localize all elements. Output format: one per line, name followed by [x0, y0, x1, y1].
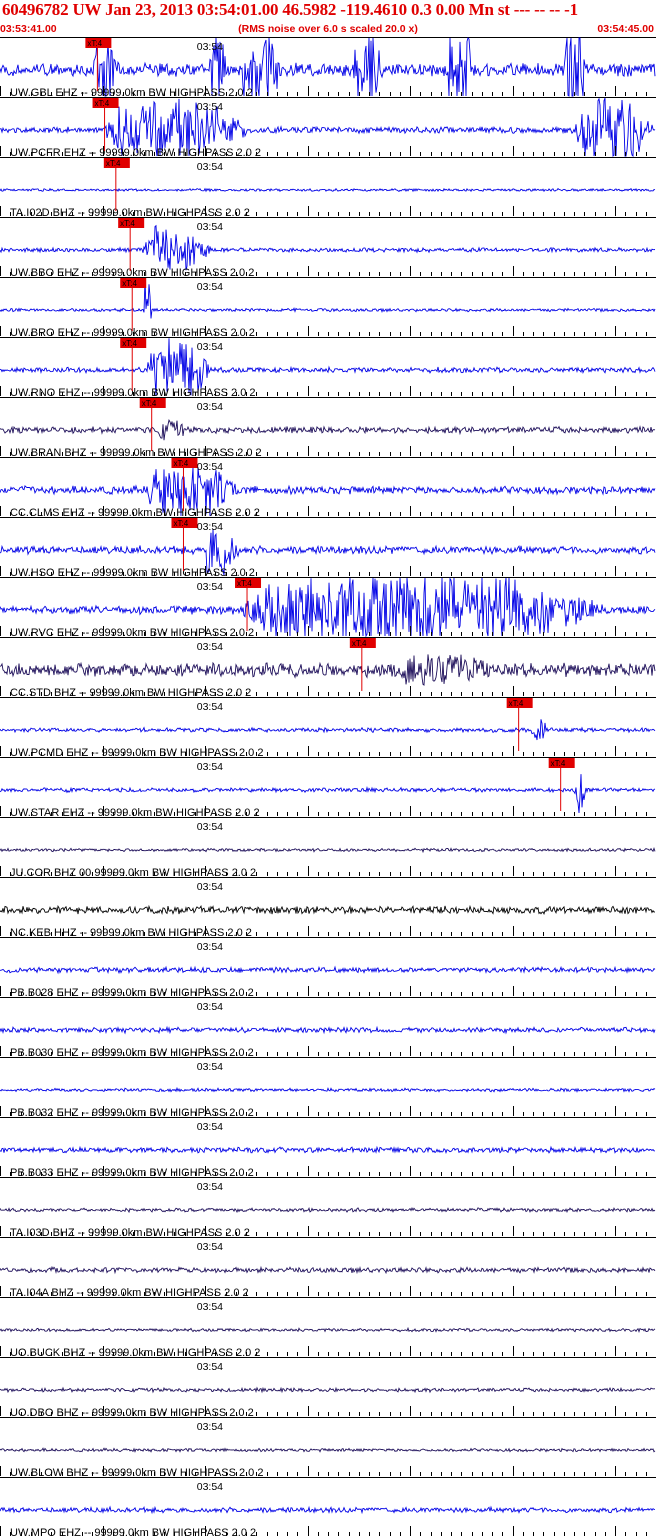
pick-label: xT:4	[237, 579, 252, 588]
trace-row: 03:54UW.RNO EHZ -- 99999.0km BW HIGHPASS…	[0, 337, 656, 399]
trace-row: 03:54UW.HSO EHZ -- 99999.0km BW HIGHPASS…	[0, 517, 656, 579]
pick-label: xT:4	[122, 339, 137, 348]
pick-label: xT:4	[551, 759, 566, 768]
waveform-line	[0, 1505, 656, 1515]
trace-row: 03:54CC.STD BHZ -- 99999.0km BW HIGHPASS…	[0, 637, 656, 699]
pick-label: xT:4	[142, 399, 157, 408]
pick-label: xT:4	[173, 519, 188, 528]
minute-mark-label: 03:54	[197, 1241, 223, 1253]
trace-row: 03:54UW.BBO EHZ -- 99999.0km BW HIGHPASS…	[0, 217, 656, 279]
minute-mark-label: 03:54	[197, 701, 223, 713]
trace-row: 03:54UW.RVC EHZ -- 99999.0km BW HIGHPASS…	[0, 577, 656, 639]
minute-mark-label: 03:54	[197, 1361, 223, 1373]
trace-row: 03:54 UW.MPO EHZ -- 99999.0km BW HIGHPASS…	[0, 1477, 656, 1538]
minute-mark-label: 03:54	[197, 581, 223, 593]
pick-label: xT:4	[95, 99, 110, 108]
trace-row: 03:54PB.B033 EHZ -- 99999.0km BW HIGHPAS…	[0, 1117, 656, 1179]
waveform-line	[0, 279, 656, 319]
waveform-line	[0, 1326, 656, 1334]
minute-mark-label: 03:54	[197, 281, 223, 293]
minute-mark-label: 03:54	[197, 761, 223, 773]
waveform-line	[0, 1025, 656, 1035]
waveform-line	[0, 1386, 655, 1394]
waveform-line	[0, 1086, 656, 1093]
trace-row: 03:54TA.I04A BHZ -- 99999.0km BW HIGHPAS…	[0, 1237, 656, 1299]
time-range-bar: 03:53:41.00 (RMS noise over 6.0 s scaled…	[0, 21, 656, 37]
waveform-line	[0, 1447, 656, 1453]
end-time-label: 03:54:45.00	[597, 23, 654, 35]
minute-mark-label: 03:54	[197, 461, 223, 473]
minute-mark-label: 03:54	[197, 941, 223, 953]
trace-row: 03:54UW.BRO EHZ -- 99999.0km BW HIGHPASS…	[0, 277, 656, 339]
waveform-line	[0, 846, 656, 854]
waveform-line	[0, 224, 656, 271]
minute-mark-label: 03:54	[197, 41, 223, 53]
trace-row: 03:54UO.DBO BHZ -- 99999.0km BW HIGHPASS…	[0, 1357, 656, 1419]
minute-mark-label: 03:54	[197, 1061, 223, 1073]
minute-mark-label: 03:54	[197, 881, 223, 893]
trace-row: 03:54JU.COR BHZ 00 99999.0km BW HIGHPASS…	[0, 817, 656, 879]
minute-mark-label: 03:54	[197, 341, 223, 353]
trace-row: 03:54UW.BLOW BHZ -- 99999.0km BW HIGHPAS…	[0, 1417, 656, 1479]
trace-row: 03:54PB.B030 EHZ -- 99999.0km BW HIGHPAS…	[0, 997, 656, 1059]
minute-mark-label: 03:54	[197, 221, 223, 233]
trace-row: 03:54UW.STAR EHZ -- 99999.0km BW HIGHPAS…	[0, 757, 656, 819]
minute-mark-label: 03:54	[197, 101, 223, 113]
pick-label: xT:4	[352, 639, 367, 648]
trace-row: 03:54UW.BRAN BHZ -- 99999.0km BW HIGHPAS…	[0, 397, 656, 459]
pick-label: xT:4	[87, 39, 102, 48]
waveform-line	[0, 1265, 656, 1275]
minute-mark-label: 03:54	[197, 401, 223, 413]
waveform-line	[0, 187, 656, 193]
waveform-line	[0, 1207, 656, 1214]
event-title: 60496782 UW Jan 23, 2013 03:54:01.00 46.…	[2, 0, 578, 19]
minute-mark-label: 03:54	[197, 1181, 223, 1193]
pick-label: xT:4	[122, 279, 137, 288]
station-label: UW.MPO EHZ -- 99999.0km BW HIGHPASS 2.0 …	[10, 1527, 256, 1538]
minute-mark-label: 03:54	[197, 821, 223, 833]
waveform-line	[0, 654, 656, 686]
plot-header: 60496782 UW Jan 23, 2013 03:54:01.00 46.…	[0, 0, 656, 38]
waveform-line	[0, 965, 656, 975]
trace-row: 03:54TA.I02D BHZ -- 99999.0km BW HIGHPAS…	[0, 157, 656, 219]
pick-label: xT:4	[106, 159, 121, 168]
minute-mark-label: 03:54	[197, 161, 223, 173]
minute-mark-label: 03:54	[197, 1421, 223, 1433]
waveform-line	[0, 904, 656, 916]
pick-label: xT:4	[509, 699, 524, 708]
minute-mark-label: 03:54	[197, 1481, 223, 1493]
waveform-line	[0, 419, 656, 441]
trace-row: 03:54NC.KEB HHZ -- 99999.0km BW HIGHPASS…	[0, 877, 656, 939]
trace-row: 03:54UW.PCFR EHZ -- 99999.0km BW HIGHPAS…	[0, 97, 656, 159]
minute-mark-label: 03:54	[197, 1121, 223, 1133]
seismogram-panel: 03:54UW.GBL EHZ -- 99999.0km BW HIGHPASS…	[0, 37, 656, 1538]
minute-mark-label: 03:54	[197, 521, 223, 533]
pick-label: xT:4	[120, 219, 135, 228]
rms-note-label: (RMS noise over 6.0 s scaled 20.0 x)	[238, 23, 418, 35]
minute-mark-label: 03:54	[197, 1001, 223, 1013]
trace-row: 03:54UW.PCMD EHZ -- 99999.0km BW HIGHPAS…	[0, 697, 656, 759]
minute-mark-label: 03:54	[197, 1301, 223, 1313]
trace-row: 03:54PB.B032 EHZ -- 99999.0km BW HIGHPAS…	[0, 1057, 656, 1119]
trace-row: 03:54PB.B028 EHZ -- 99999.0km BW HIGHPAS…	[0, 937, 656, 999]
trace-row: 03:54UO.BUCK BHZ -- 99999.0km BW HIGHPAS…	[0, 1297, 656, 1359]
waveform-line	[0, 1145, 656, 1155]
waveform-line	[0, 719, 656, 741]
minute-mark-label: 03:54	[197, 641, 223, 653]
trace-row: 03:54CC.CLMS EHZ -- 99999.0km BW HIGHPAS…	[0, 457, 656, 519]
pick-label: xT:4	[173, 459, 188, 468]
trace-row: 03:54UW.GBL EHZ -- 99999.0km BW HIGHPASS…	[0, 37, 656, 99]
trace-row: 03:54TA.I03D BHZ -- 99999.0km BW HIGHPAS…	[0, 1177, 656, 1239]
